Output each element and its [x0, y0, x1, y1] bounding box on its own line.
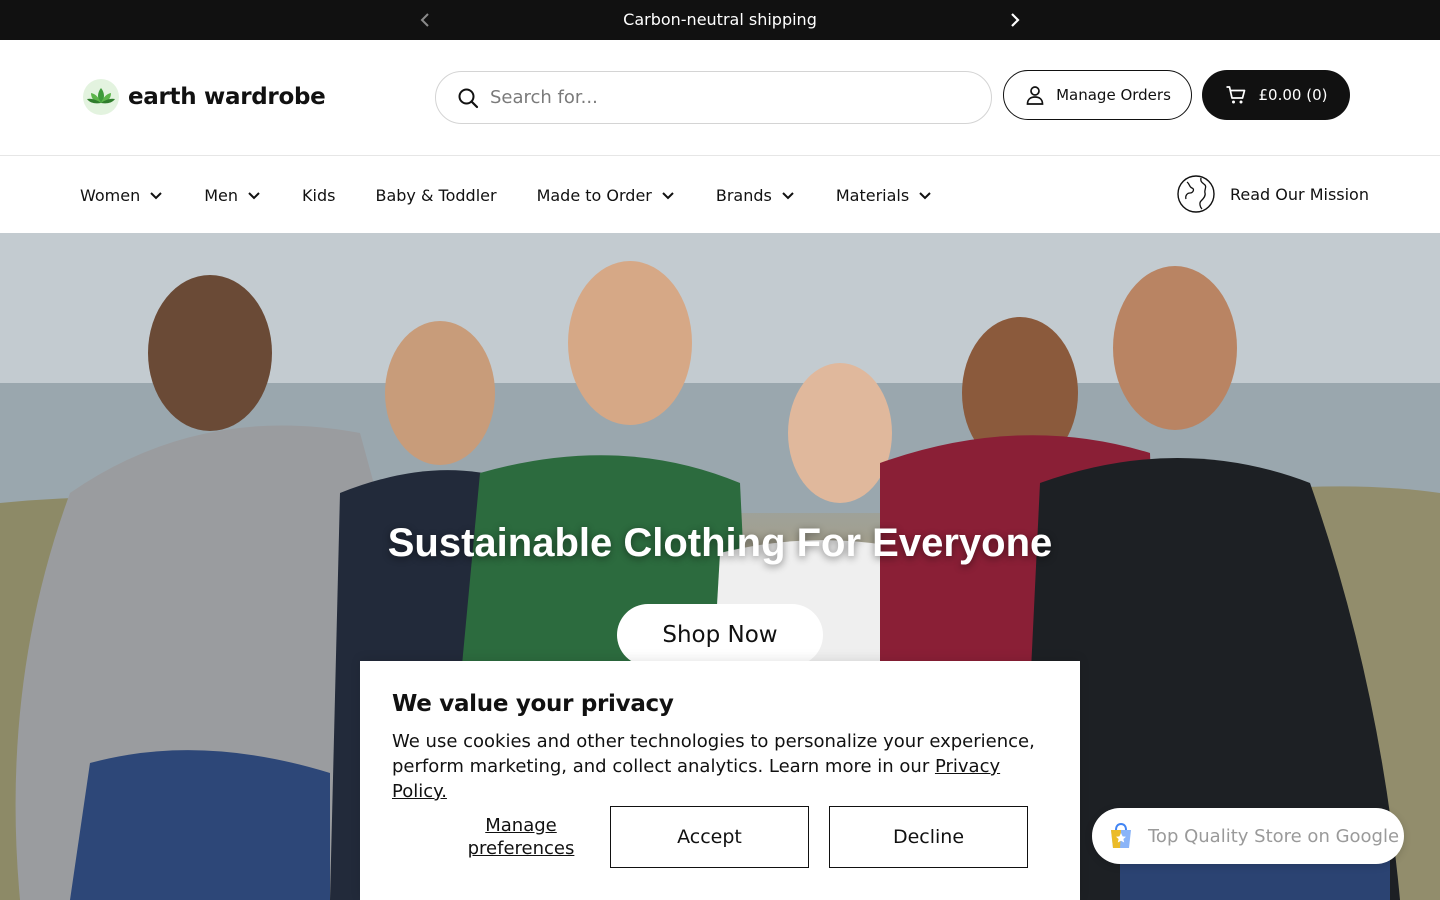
cookie-consent-dialog: We value your privacy We use cookies and…	[360, 661, 1080, 900]
nav-item-men[interactable]: Men	[204, 186, 262, 205]
globe-icon	[1177, 175, 1215, 213]
cookie-title: We value your privacy	[392, 691, 674, 717]
cookie-actions: Manage preferences Accept Decline	[392, 806, 1048, 868]
manage-orders-label: Manage Orders	[1056, 86, 1171, 104]
search-input[interactable]	[490, 87, 970, 108]
cart-button[interactable]: £0.00 (0)	[1202, 70, 1350, 120]
nav-item-label: Baby & Toddler	[375, 185, 497, 205]
google-store-badge[interactable]: Top Quality Store on Google	[1092, 808, 1404, 864]
read-mission-link[interactable]: Read Our Mission	[1176, 174, 1369, 214]
nav-item-made-to-order[interactable]: Made to Order	[537, 186, 676, 205]
google-shopping-bag-icon	[1111, 822, 1131, 848]
search-icon[interactable]	[456, 86, 480, 110]
shop-now-button[interactable]: Shop Now	[617, 604, 823, 666]
read-mission-label: Read Our Mission	[1230, 184, 1369, 204]
chevron-down-icon	[150, 192, 162, 200]
logo-text: earth wardrobe	[128, 84, 326, 110]
google-badge-label: Top Quality Store on Google	[1148, 825, 1400, 847]
search-bar[interactable]	[435, 71, 992, 124]
cookie-description: We use cookies and other technologies to…	[392, 729, 1048, 804]
chevron-down-icon	[919, 192, 931, 200]
nav-item-kids[interactable]: Kids	[302, 186, 335, 205]
nav-item-label: Men	[204, 185, 239, 205]
lotus-logo-icon	[83, 79, 119, 115]
chevron-down-icon	[248, 192, 260, 200]
main-navigation: Women Men Kids Baby & Toddler Made to Or…	[0, 157, 1440, 233]
cart-icon	[1226, 86, 1245, 104]
nav-item-baby-toddler[interactable]: Baby & Toddler	[375, 186, 496, 205]
announcement-text: Carbon-neutral shipping	[623, 10, 817, 29]
accept-button[interactable]: Accept	[610, 806, 809, 868]
nav-item-brands[interactable]: Brands	[716, 186, 796, 205]
decline-button[interactable]: Decline	[829, 806, 1028, 868]
announcement-bar: Carbon-neutral shipping	[0, 0, 1440, 40]
manage-orders-button[interactable]: Manage Orders	[1003, 70, 1192, 120]
nav-item-label: Materials	[835, 185, 910, 205]
next-announcement-button[interactable]	[1004, 10, 1024, 30]
chevron-down-icon	[782, 192, 794, 200]
nav-item-label: Brands	[715, 185, 772, 205]
chevron-down-icon	[662, 192, 674, 200]
nav-item-women[interactable]: Women	[80, 186, 164, 205]
nav-item-label: Women	[80, 185, 141, 205]
site-header: earth wardrobe Manage Orders £0.00 (0)	[0, 40, 1440, 156]
site-logo[interactable]: earth wardrobe	[82, 78, 326, 116]
cart-total: £0.00 (0)	[1258, 86, 1328, 104]
nav-menu: Women Men Kids Baby & Toddler Made to Or…	[80, 157, 973, 233]
nav-item-label: Kids	[302, 185, 336, 205]
hero-title: Sustainable Clothing For Everyone	[387, 521, 1053, 565]
chevron-right-icon	[1011, 13, 1020, 27]
nav-item-materials[interactable]: Materials	[836, 186, 933, 205]
user-icon	[1026, 86, 1044, 105]
nav-item-label: Made to Order	[536, 185, 652, 205]
manage-preferences-link[interactable]: Manage preferences	[432, 814, 610, 860]
